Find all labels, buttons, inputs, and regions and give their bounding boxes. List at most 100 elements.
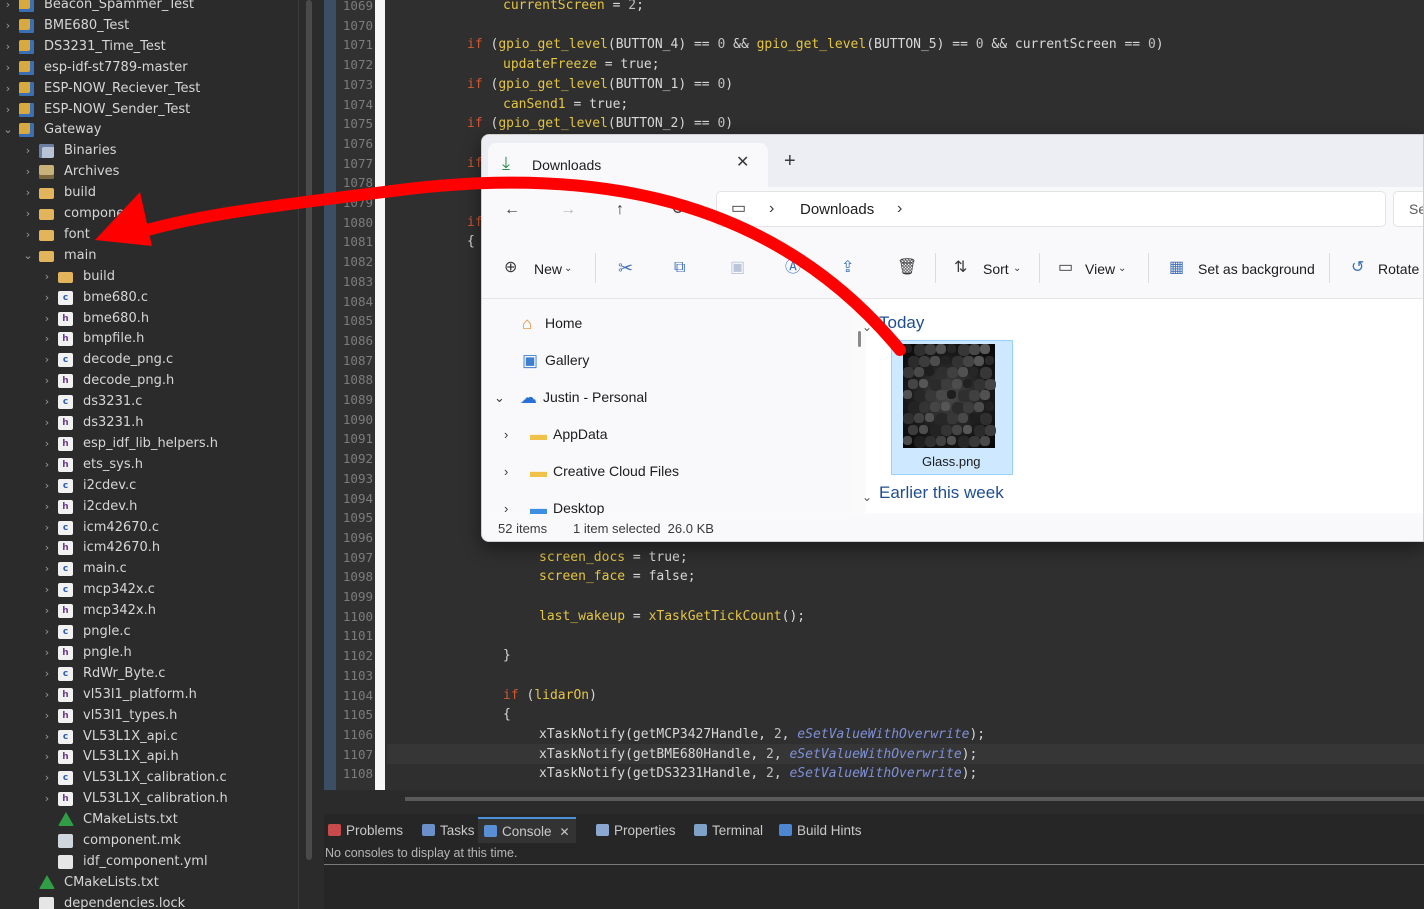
cut-icon[interactable]: ✂ [618,259,633,277]
chevron-right-icon[interactable]: › [41,454,53,475]
tree-item[interactable]: › h decode_png.h [0,370,298,391]
chevron-right-icon[interactable]: › [41,349,53,370]
tree-item[interactable]: › h bmpfile.h [0,328,298,349]
chevron-right-icon[interactable]: › [2,57,14,78]
nav-item-justin-personal[interactable]: Justin - Personal [543,389,647,405]
tree-item[interactable]: › ESP-NOW_Reciever_Test [0,78,298,99]
chevron-down-icon[interactable]: ⌄ [862,489,872,505]
console-tab-console[interactable]: Console ✕ [478,817,576,843]
chevron-right-icon[interactable]: › [504,427,508,443]
tree-item[interactable]: › BME680_Test [0,15,298,36]
tree-item[interactable]: ⌄ Gateway [0,119,298,140]
set-as-background-button[interactable]: Set as background [1198,261,1315,277]
console-tab-problems[interactable]: Problems [328,818,403,844]
search-box[interactable]: Se [1393,191,1423,227]
tree-item[interactable]: › c ds3231.c [0,391,298,412]
chevron-right-icon[interactable]: › [41,391,53,412]
chevron-down-icon[interactable]: ⌄ [22,245,34,266]
navigation-pane-scrollbar[interactable] [858,331,861,347]
chevron-right-icon[interactable]: › [2,78,14,99]
new-tab-icon[interactable]: + [784,151,796,171]
chevron-right-icon[interactable]: › [41,767,53,788]
console-tab-terminal[interactable]: Terminal [694,818,763,844]
chevron-right-icon[interactable]: › [41,475,53,496]
explorer-tab-downloads[interactable]: ⤓ Downloads ✕ [488,143,768,187]
rename-icon[interactable]: Ⓐ [785,260,801,276]
chevron-right-icon[interactable]: › [41,287,53,308]
chevron-right-icon[interactable]: › [22,161,34,182]
tree-item[interactable]: › h i2cdev.h [0,496,298,517]
close-tab-icon[interactable]: ✕ [736,155,749,171]
chevron-right-icon[interactable]: › [2,15,14,36]
delete-icon[interactable]: 🗑 [897,260,917,276]
tree-item[interactable]: › h bme680.h [0,308,298,329]
breadcrumb-downloads[interactable]: Downloads [800,201,874,218]
chevron-right-icon[interactable]: › [41,621,53,642]
tree-item[interactable]: › h VL53L1X_api.h [0,746,298,767]
tree-item[interactable]: ⌄ main [0,245,298,266]
forward-arrow-icon[interactable]: → [560,202,576,218]
tree-item[interactable]: CMakeLists.txt [0,872,298,893]
address-bar[interactable]: ▭ › Downloads › [716,191,1386,227]
tree-item[interactable]: › h icm42670.h [0,537,298,558]
tree-item[interactable]: › h pngle.h [0,642,298,663]
tree-item[interactable]: › esp-idf-st7789-master [0,57,298,78]
chevron-right-icon[interactable]: › [41,746,53,767]
tree-item[interactable]: › Archives [0,161,298,182]
chevron-right-icon[interactable]: › [22,224,34,245]
chevron-right-icon[interactable]: › [41,705,53,726]
tree-item[interactable]: › c RdWr_Byte.c [0,663,298,684]
chevron-right-icon[interactable]: › [41,328,53,349]
tree-scrollbar-thumb[interactable] [306,0,312,860]
chevron-right-icon[interactable]: › [22,140,34,161]
tree-item[interactable]: idf_component.yml [0,851,298,872]
chevron-right-icon[interactable]: › [2,36,14,57]
chevron-right-icon[interactable]: › [41,370,53,391]
chevron-right-icon[interactable]: › [22,182,34,203]
console-tab-build-hints[interactable]: Build Hints [779,818,862,844]
chevron-right-icon[interactable]: › [41,308,53,329]
chevron-right-icon[interactable]: › [41,600,53,621]
editor-horizontal-scrollbar[interactable] [405,797,1424,801]
chevron-right-icon[interactable]: › [2,0,14,15]
tree-item[interactable]: › Beacon_Spammer_Test [0,0,298,15]
chevron-right-icon[interactable]: › [41,496,53,517]
sort-button[interactable]: Sort [983,261,1009,277]
tree-item[interactable]: component.mk [0,830,298,851]
chevron-right-icon[interactable]: › [41,726,53,747]
new-button[interactable]: New [534,261,562,277]
up-arrow-icon[interactable]: ↑ [616,202,624,218]
tree-item[interactable]: › h vl53l1_types.h [0,705,298,726]
group-header-today[interactable]: Today [879,313,924,333]
chevron-right-icon[interactable]: › [41,663,53,684]
tree-item[interactable]: › ESP-NOW_Sender_Test [0,99,298,120]
tree-item[interactable]: › c icm42670.c [0,517,298,538]
chevron-right-icon[interactable]: › [41,642,53,663]
tree-item[interactable]: › DS3231_Time_Test [0,36,298,57]
nav-item-gallery[interactable]: Gallery [545,352,589,368]
back-arrow-icon[interactable]: ← [504,202,520,218]
chevron-right-icon[interactable]: › [41,412,53,433]
chevron-right-icon[interactable]: › [41,558,53,579]
nav-item-appdata[interactable]: AppData [553,426,607,442]
copy-icon[interactable]: ⧉ [674,260,685,276]
refresh-icon[interactable]: ↻ [671,202,684,218]
tree-item[interactable]: › c main.c [0,558,298,579]
chevron-right-icon[interactable]: › [41,537,53,558]
chevron-down-icon[interactable]: ⌄ [862,319,872,335]
console-tab-tasks[interactable]: Tasks [422,818,475,844]
tree-item[interactable]: › build [0,182,298,203]
chevron-right-icon[interactable]: › [41,266,53,287]
tree-item[interactable]: › build [0,266,298,287]
tree-item[interactable]: › font [0,224,298,245]
view-button[interactable]: View [1085,261,1115,277]
tree-item[interactable]: dependencies.lock [0,893,298,909]
chevron-down-icon[interactable]: ⌄ [2,119,14,140]
tree-item[interactable]: › components [0,203,298,224]
tree-item[interactable]: › c mcp342x.c [0,579,298,600]
chevron-right-icon[interactable]: › [41,433,53,454]
rotate-left-button[interactable]: Rotate l [1378,261,1423,277]
chevron-right-icon[interactable]: › [504,464,508,480]
tree-item[interactable]: › c VL53L1X_calibration.c [0,767,298,788]
chevron-right-icon[interactable]: › [41,684,53,705]
